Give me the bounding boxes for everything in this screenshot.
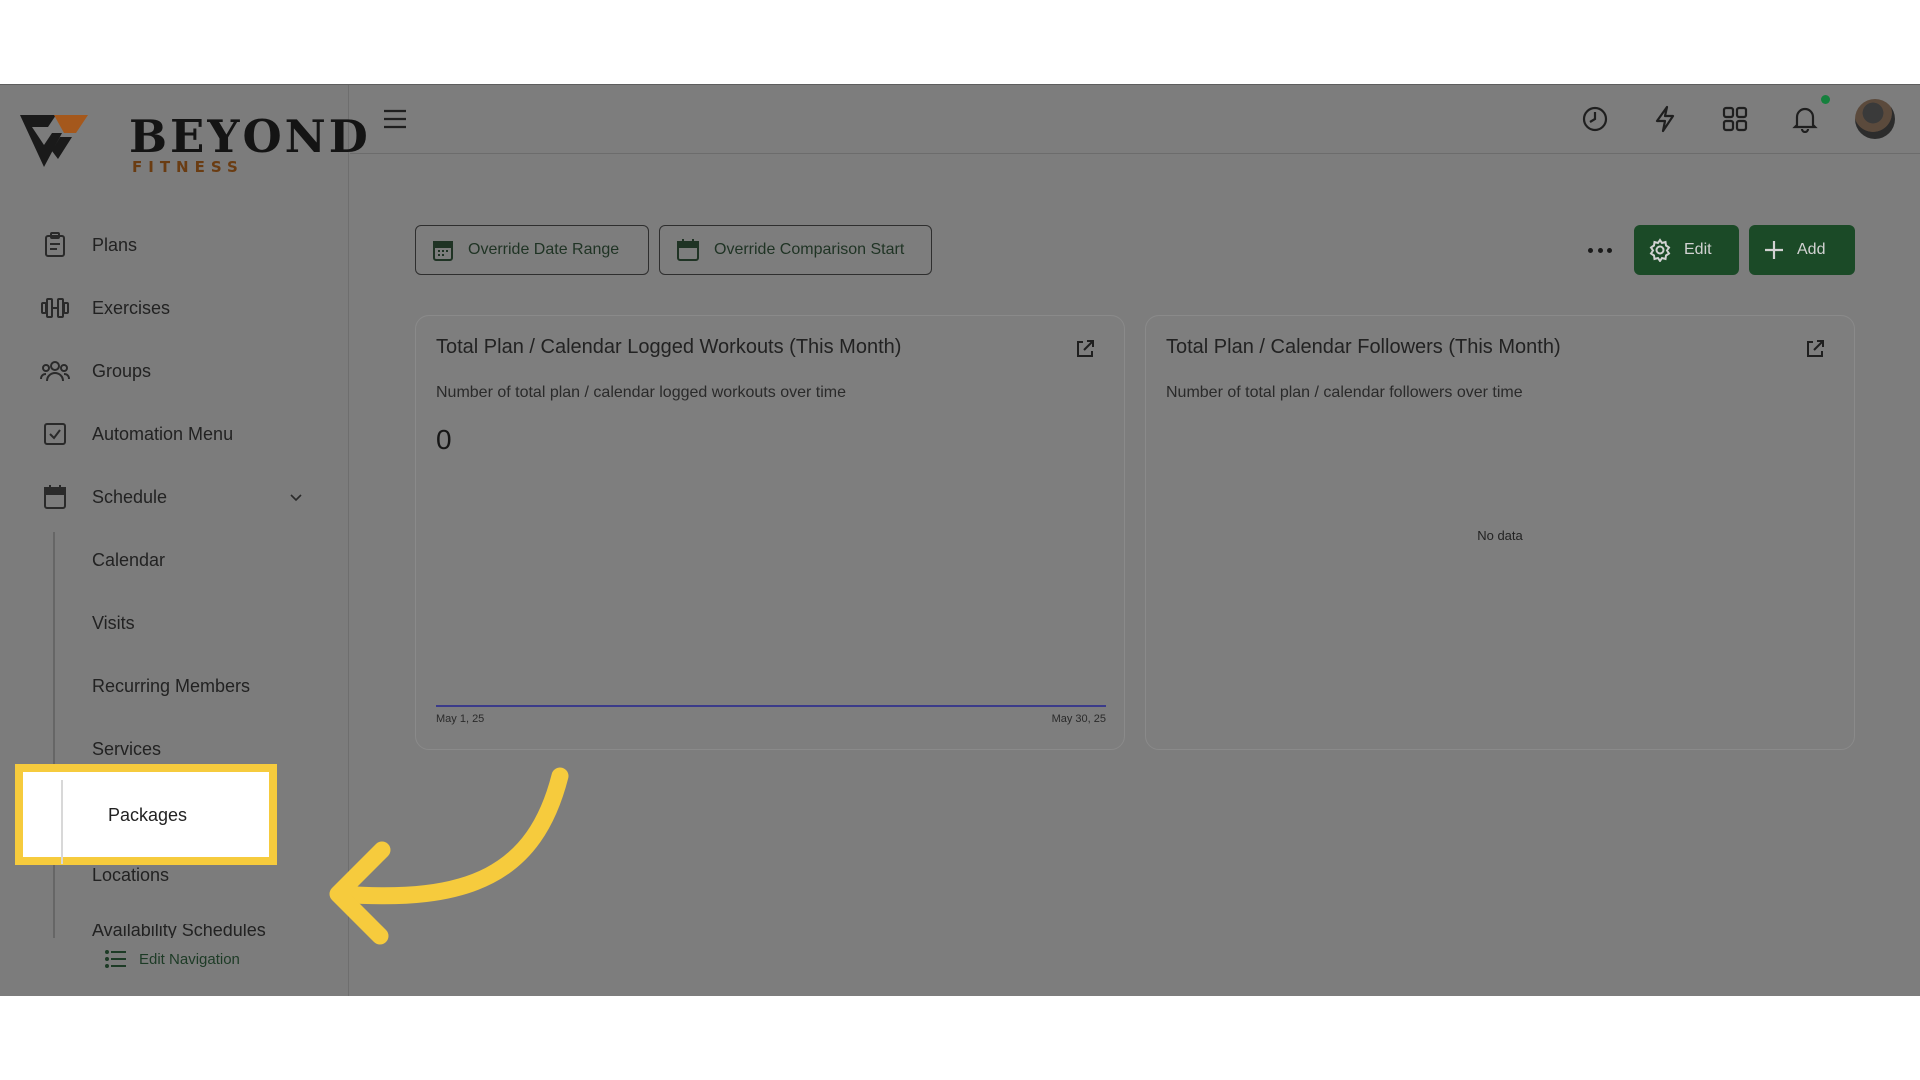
card-title: Total Plan / Calendar Logged Workouts (T…: [436, 336, 902, 358]
sidebar-subitem-label: Services: [92, 738, 162, 759]
sidebar-subitem-locations[interactable]: Locations: [0, 850, 320, 900]
menu-icon[interactable]: [382, 106, 408, 132]
sidebar-subitem-label: Locations: [92, 864, 170, 885]
override-comparison-start-button[interactable]: Override Comparison Start: [659, 225, 932, 275]
card-subtitle: Number of total plan / calendar logged w…: [436, 384, 846, 401]
sidebar-subitem-label: Calendar: [92, 549, 166, 570]
x-axis-start-label: May 1, 25: [436, 713, 485, 725]
list-icon: [105, 950, 126, 968]
edit-label: Edit: [1684, 241, 1712, 258]
top-bar: [350, 84, 1920, 154]
clipboard-icon: [40, 230, 70, 260]
avatar[interactable]: [1855, 99, 1895, 139]
letterbox-bottom: [0, 996, 1920, 1080]
sidebar-subitem-calendar[interactable]: Calendar: [0, 535, 320, 585]
app-window: BEYOND FITNESS Plans Exercises Groups Au…: [0, 84, 1920, 996]
sidebar-subitem-availability-schedules[interactable]: Availability Schedules: [92, 924, 292, 938]
sidebar-item-schedule[interactable]: Schedule: [0, 472, 320, 522]
edit-button[interactable]: Edit: [1634, 225, 1739, 275]
empty-state-text: No data: [1477, 528, 1523, 543]
sidebar-item-automation-menu[interactable]: Automation Menu: [0, 409, 320, 459]
sidebar-item-label: Schedule: [92, 486, 168, 507]
edit-navigation-button[interactable]: Edit Navigation: [105, 944, 240, 974]
sidebar-item-label: Plans: [92, 234, 138, 255]
sidebar-subitem-label: Recurring Members: [92, 675, 251, 696]
sidebar-subitem-label: Visits: [92, 612, 135, 633]
edit-navigation-label: Edit Navigation: [139, 950, 240, 968]
brand-name: BEYOND: [129, 110, 371, 163]
metric-value: 0: [436, 424, 452, 455]
brand-tagline: FITNESS: [132, 158, 244, 176]
logged-workouts-card: Total Plan / Calendar Logged Workouts (T…: [415, 315, 1125, 750]
chart-line: [436, 705, 1106, 707]
sidebar-subitem-label: Availability Schedules: [92, 924, 266, 938]
annotation-arrow-icon: [329, 767, 569, 945]
add-button[interactable]: Add: [1749, 225, 1855, 275]
sidebar-item-label: Automation Menu: [92, 423, 234, 444]
more-options-icon[interactable]: [1588, 240, 1612, 260]
bell-icon[interactable]: [1790, 104, 1820, 134]
plus-icon: [1765, 241, 1783, 259]
sidebar-item-plans[interactable]: Plans: [0, 220, 320, 270]
users-icon: [40, 356, 70, 386]
window-top-border: [0, 84, 1920, 85]
lightning-icon[interactable]: [1650, 104, 1680, 134]
apps-grid-icon[interactable]: [1720, 104, 1750, 134]
letterbox-top: [0, 0, 1920, 84]
sidebar-item-exercises[interactable]: Exercises: [0, 283, 320, 333]
clock-icon[interactable]: [1580, 104, 1610, 134]
sidebar-item-label: Exercises: [92, 297, 171, 318]
x-axis-end-label: May 30, 25: [1051, 713, 1106, 725]
beyond-logo-mark-icon: [20, 115, 88, 167]
add-label: Add: [1797, 241, 1826, 258]
sidebar: BEYOND FITNESS Plans Exercises Groups Au…: [0, 84, 368, 996]
card-subtitle: Number of total plan / calendar follower…: [1166, 384, 1523, 401]
external-link-icon[interactable]: [1804, 338, 1826, 360]
override-date-range-button[interactable]: Override Date Range: [415, 225, 649, 275]
gear-icon: [1649, 238, 1671, 262]
external-link-icon[interactable]: [1074, 338, 1096, 360]
card-title: Total Plan / Calendar Followers (This Mo…: [1166, 336, 1561, 358]
override-date-range-label: Override Date Range: [468, 241, 620, 258]
calendar-icon: [40, 482, 70, 512]
notification-badge: [1821, 95, 1830, 104]
followers-card: Total Plan / Calendar Followers (This Mo…: [1145, 315, 1855, 750]
calendar-icon: [433, 241, 453, 261]
sidebar-subitem-recurring-members[interactable]: Recurring Members: [0, 661, 320, 711]
checkbox-icon: [40, 419, 70, 449]
override-comparison-start-label: Override Comparison Start: [714, 241, 905, 258]
chevron-down-icon[interactable]: [288, 489, 304, 505]
sidebar-subitem-label: Packages: [108, 805, 188, 825]
calendar-icon: [677, 239, 699, 261]
brand-logo[interactable]: BEYOND FITNESS: [18, 111, 368, 177]
sidebar-item-groups[interactable]: Groups: [0, 346, 320, 396]
sidebar-item-label: Groups: [92, 360, 152, 381]
sidebar-subitem-visits[interactable]: Visits: [0, 598, 320, 648]
dumbbell-icon: [40, 293, 70, 323]
